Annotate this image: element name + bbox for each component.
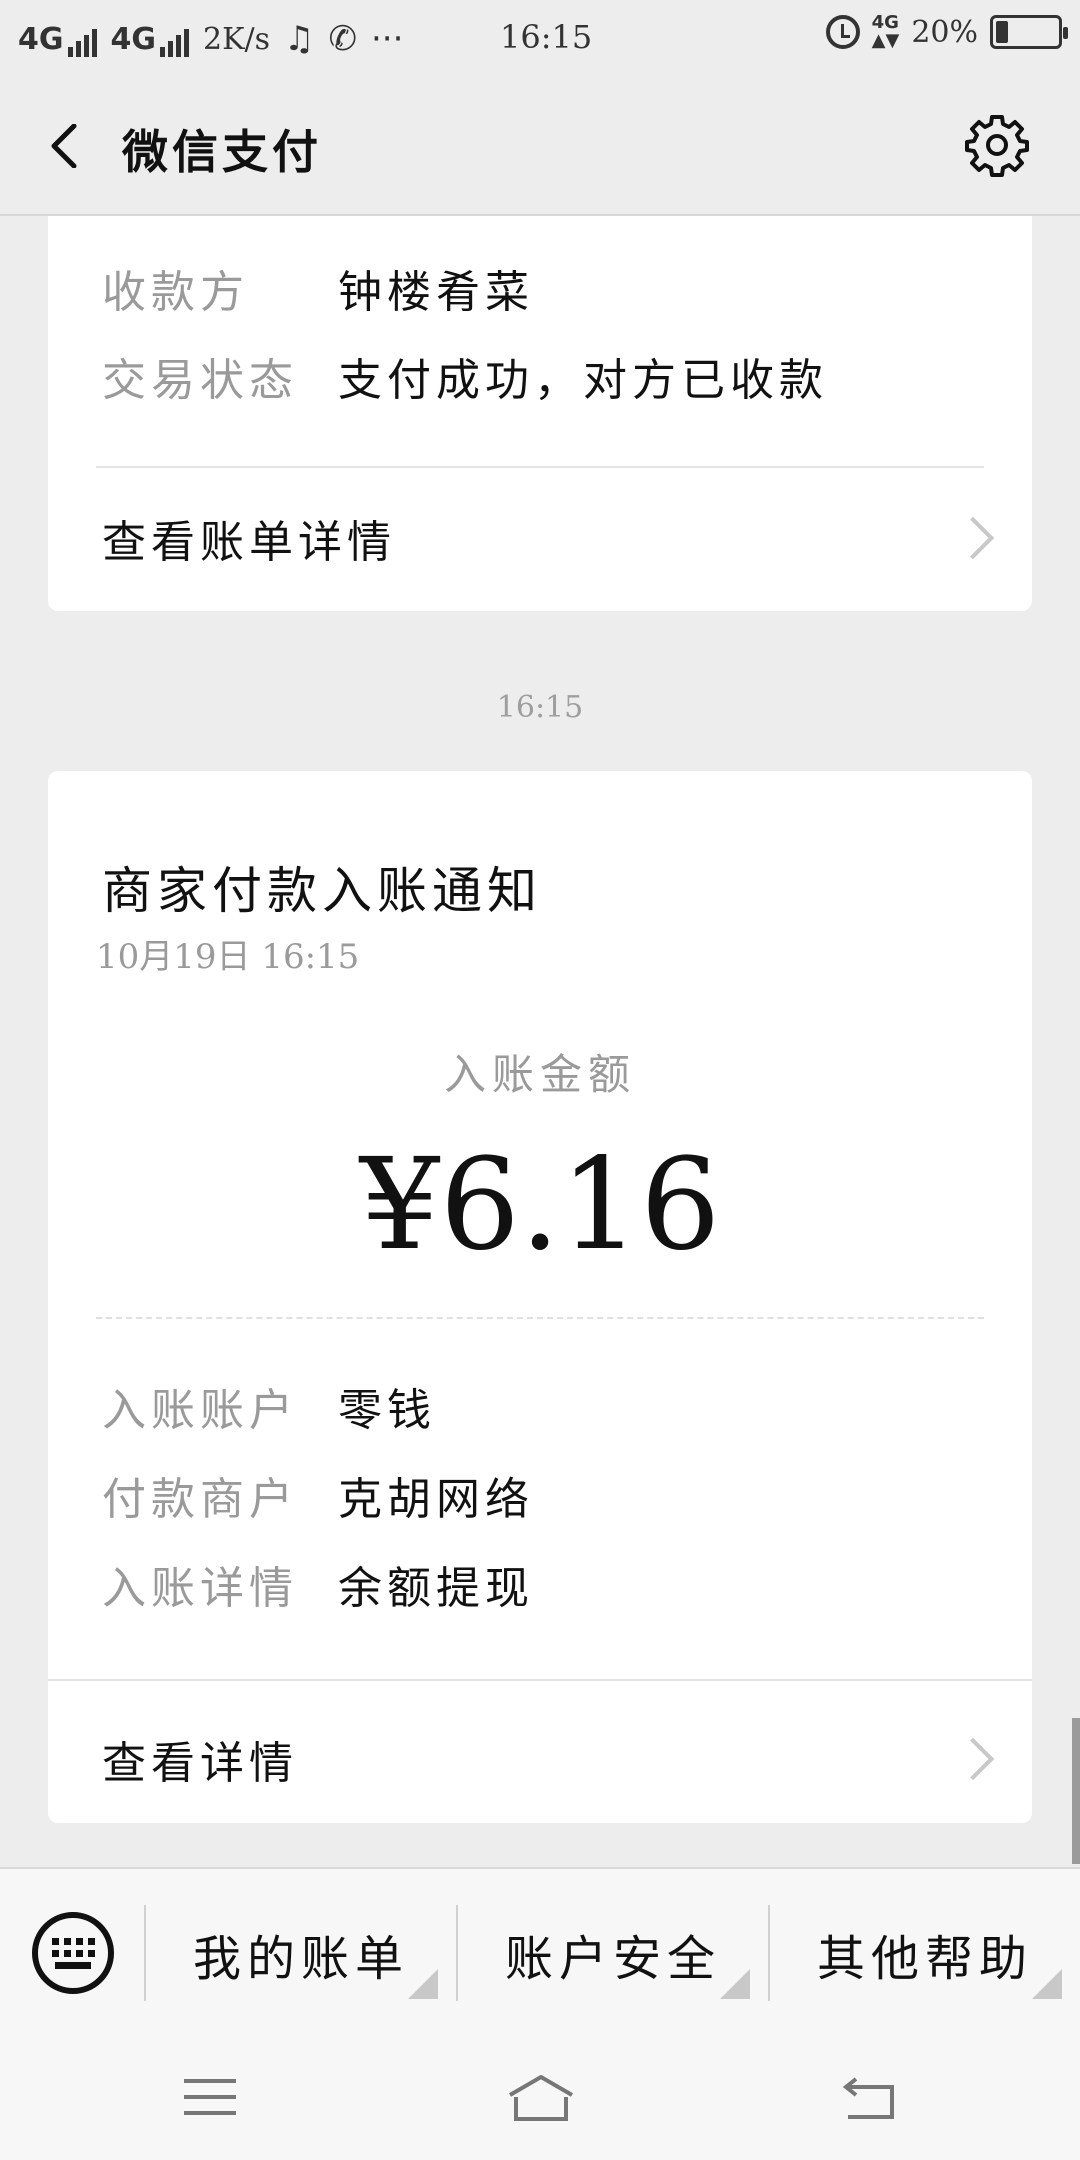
- menu-label: 其他帮助: [816, 1931, 1033, 1987]
- phone-icon: ✆: [328, 19, 358, 59]
- view-details-link[interactable]: 查看详情: [48, 1699, 1032, 1819]
- home-icon[interactable]: [506, 2073, 576, 2123]
- detail-value: 余额提现: [338, 1563, 534, 1614]
- menu-other-help[interactable]: 其他帮助: [770, 1869, 1080, 2039]
- status-left: 4G 4G 2K/s ♫ ✆ ···: [18, 19, 403, 59]
- amount-value: ¥6.16: [359, 1131, 721, 1278]
- menu-account-security[interactable]: 账户安全: [458, 1869, 768, 2039]
- transaction-card: 收款方 钟楼肴菜 交易状态 支付成功，对方已收款 查看账单详情: [48, 216, 1032, 611]
- network-type-small: 4G: [871, 12, 899, 33]
- status-right: 4G ▲▼ 20%: [825, 12, 1068, 51]
- submenu-indicator-icon: [720, 1969, 750, 1999]
- view-bill-details-label: 查看账单详情: [102, 517, 396, 568]
- notice-title: 商家付款入账通知: [102, 862, 542, 920]
- divider: [48, 1679, 1032, 1681]
- music-icon: ♫: [284, 19, 315, 59]
- chevron-right-icon: [951, 516, 995, 560]
- detail-value: 零钱: [338, 1385, 436, 1436]
- signal-bars-icon: [67, 28, 97, 57]
- notice-date: 10月19日 16:15: [96, 937, 360, 977]
- dashed-divider: [96, 1317, 984, 1319]
- gear-icon[interactable]: [964, 112, 1030, 178]
- network-speed: 2K/s: [203, 21, 271, 57]
- back-icon[interactable]: [842, 2073, 898, 2123]
- network-type-2: 4G: [110, 21, 157, 57]
- system-nav-bar: [0, 2037, 1080, 2160]
- detail-label: 入账详情: [102, 1563, 298, 1614]
- menu-label: 账户安全: [504, 1931, 721, 1987]
- status-value: 支付成功，对方已收款: [338, 355, 828, 406]
- payment-notice-card[interactable]: 商家付款入账通知 10月19日 16:15 入账金额 ¥6.16 入账账户 零钱…: [48, 771, 1032, 1823]
- menu-my-bills[interactable]: 我的账单: [146, 1869, 456, 2039]
- data-4g-icon: 4G ▲▼: [871, 12, 900, 51]
- menu-label: 我的账单: [192, 1931, 409, 1987]
- menu-icon[interactable]: [184, 2079, 236, 2127]
- detail-row: 付款商户 克胡网络: [102, 1463, 534, 1527]
- signal-1: 4G: [18, 22, 97, 57]
- status-bar: 4G 4G 2K/s ♫ ✆ ··· 16:15 4G ▲▼ 20%: [0, 0, 1080, 78]
- view-details-label: 查看详情: [102, 1738, 298, 1789]
- page-title: 微信支付: [122, 125, 322, 179]
- divider: [96, 466, 984, 468]
- chevron-right-icon: [951, 1737, 995, 1781]
- payee-label: 收款方: [102, 267, 249, 318]
- status-label: 交易状态: [102, 355, 298, 406]
- message-timestamp: 16:15: [496, 690, 584, 725]
- more-icon: ···: [371, 19, 404, 59]
- signal-bars-icon: [160, 28, 189, 57]
- detail-row: 入账账户 零钱: [102, 1374, 436, 1438]
- back-arrow-icon[interactable]: [44, 124, 88, 168]
- status-clock: 16:15: [500, 18, 593, 56]
- keyboard-icon[interactable]: [32, 1912, 114, 1994]
- payee-row: 收款方 钟楼肴菜: [102, 256, 534, 320]
- status-row: 交易状态 支付成功，对方已收款: [102, 344, 828, 408]
- view-bill-details-link[interactable]: 查看账单详情: [48, 478, 1032, 598]
- payee-value: 钟楼肴菜: [338, 267, 534, 318]
- network-type-1: 4G: [18, 21, 64, 57]
- submenu-indicator-icon: [1032, 1969, 1062, 1999]
- signal-2: 4G: [110, 21, 189, 57]
- detail-row: 入账详情 余额提现: [102, 1552, 534, 1616]
- alarm-icon: [825, 15, 860, 49]
- submenu-indicator-icon: [408, 1969, 438, 1999]
- bottom-menu: 我的账单 账户安全 其他帮助: [0, 1867, 1080, 2037]
- header: 微信支付: [0, 78, 1080, 216]
- scrollbar[interactable]: [1072, 1718, 1080, 1864]
- detail-label: 入账账户: [102, 1385, 298, 1436]
- amount-label: 入账金额: [443, 1050, 636, 1099]
- battery-percent: 20%: [911, 14, 978, 50]
- detail-label: 付款商户: [102, 1474, 298, 1525]
- battery-icon: [990, 15, 1068, 49]
- detail-value: 克胡网络: [338, 1474, 534, 1525]
- battery-fill: [996, 21, 1008, 43]
